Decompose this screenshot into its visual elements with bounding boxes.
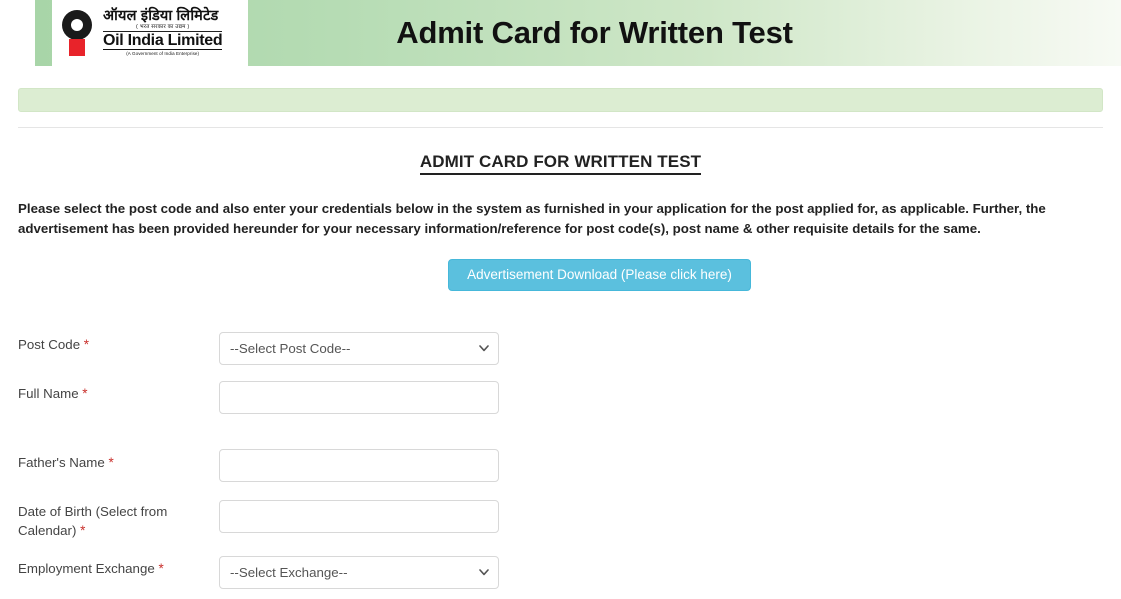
required-marker: *: [83, 337, 90, 352]
logo-red-bar-shape: [69, 39, 85, 56]
full-name-input[interactable]: [219, 381, 499, 414]
post-code-select-wrap: --Select Post Code--: [219, 332, 499, 365]
logo-ring-shape: [62, 10, 92, 40]
employment-exchange-select-wrap: --Select Exchange--: [219, 556, 499, 589]
logo-english-name: Oil India Limited: [103, 32, 223, 51]
required-marker: *: [80, 523, 86, 538]
logo-wordmark: ऑयल इंडिया लिमिटेड ( भरत सरकार का उद्यम …: [103, 8, 223, 57]
label-fathers-name-text: Father's Name: [18, 455, 105, 470]
label-employment-exchange: Employment Exchange *: [18, 559, 208, 578]
navigation-strip[interactable]: [18, 88, 1103, 112]
banner-title: Admit Card for Written Test: [396, 15, 793, 50]
required-marker: *: [158, 561, 164, 576]
required-marker: *: [82, 386, 88, 401]
logo-hindi-name: ऑयल इंडिया लिमिटेड: [103, 8, 219, 25]
page-title: ADMIT CARD FOR WRITTEN TEST: [0, 152, 1121, 175]
label-full-name: Full Name *: [18, 384, 208, 403]
fathers-name-input[interactable]: [219, 449, 499, 482]
employment-exchange-select[interactable]: --Select Exchange--: [219, 556, 499, 589]
label-fathers-name: Father's Name *: [18, 453, 208, 472]
logo-government-line: (A Government of India Enterprise): [126, 51, 200, 57]
post-code-select[interactable]: --Select Post Code--: [219, 332, 499, 365]
oil-india-logo: ऑयल इंडिया लिमिटेड ( भरत सरकार का उद्यम …: [52, 0, 248, 66]
header-banner: ऑयल इंडिया लिमिटेड ( भरत सरकार का उद्यम …: [35, 0, 1121, 66]
page-title-text: ADMIT CARD FOR WRITTEN TEST: [419, 152, 702, 175]
logo-hindi-tagline: ( भरत सरकार का उद्यम ): [103, 24, 223, 33]
label-post-code: Post Code *: [18, 335, 208, 354]
label-full-name-text: Full Name: [18, 386, 79, 401]
label-post-code-text: Post Code: [18, 337, 81, 352]
label-date-of-birth: Date of Birth (Select from Calendar) *: [18, 502, 208, 540]
content-divider: [18, 127, 1103, 128]
date-of-birth-input[interactable]: [219, 500, 499, 533]
label-employment-exchange-text: Employment Exchange: [18, 561, 155, 576]
advertisement-download-button[interactable]: Advertisement Download (Please click her…: [448, 259, 751, 291]
intro-paragraph: Please select the post code and also ent…: [18, 201, 1046, 236]
required-marker: *: [108, 455, 114, 470]
oil-india-logo-icon: [60, 8, 96, 58]
label-date-of-birth-text: Date of Birth (Select from Calendar): [18, 504, 168, 538]
